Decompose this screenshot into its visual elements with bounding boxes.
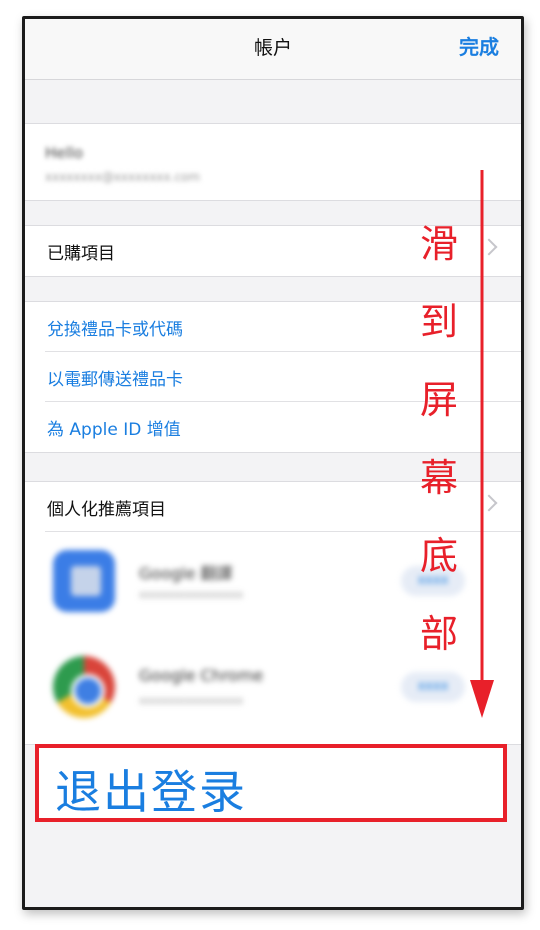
annotation-char: 底 (419, 534, 458, 578)
annotation-char: 屏 (419, 378, 458, 422)
page-title: 帳户 (253, 37, 292, 59)
app-name: Google 翻譯 (139, 564, 233, 583)
chevron-right-icon (480, 494, 498, 512)
redeem-label: 兌換禮品卡或代碼 (47, 319, 183, 340)
annotation-char: 滑 (419, 222, 458, 266)
annotation-char: 到 (419, 300, 458, 344)
google-translate-icon (53, 550, 115, 612)
app-get-button[interactable]: xxxx (401, 672, 465, 702)
annotation-char: 幕 (419, 456, 458, 500)
app-name: Google Chrome (139, 666, 264, 685)
personalized-label: 個人化推薦項目 (47, 499, 166, 520)
account-card[interactable]: Hello xxxxxxxx@xxxxxxxx.com (25, 123, 521, 201)
done-button[interactable]: 完成 (459, 31, 499, 60)
app-subtitle: xxxxxxxxxxxxxxxx (139, 588, 244, 601)
add-funds-label: 為 Apple ID 增值 (47, 419, 181, 440)
scroll-annotation: 滑 到 屏 幕 底 部 (413, 205, 465, 673)
send-gift-label: 以電郵傳送禮品卡 (47, 369, 183, 390)
logout-label: 退出登录 (55, 765, 247, 819)
chevron-right-icon (480, 238, 498, 256)
google-chrome-icon (53, 656, 115, 718)
navigation-bar: 帳户 完成 (25, 19, 521, 80)
app-subtitle: xxxxxxxxxxxxxxxx (139, 694, 244, 707)
phone-screen: 帳户 完成 Hello xxxxxxxx@xxxxxxxx.com 已購項目 兌… (22, 16, 524, 910)
account-name: Hello (45, 144, 84, 162)
logout-button[interactable]: 退出登录 (35, 744, 507, 822)
purchased-label: 已購項目 (47, 243, 115, 264)
account-email: xxxxxxxx@xxxxxxxx.com (45, 170, 201, 184)
annotation-char: 部 (419, 612, 458, 656)
